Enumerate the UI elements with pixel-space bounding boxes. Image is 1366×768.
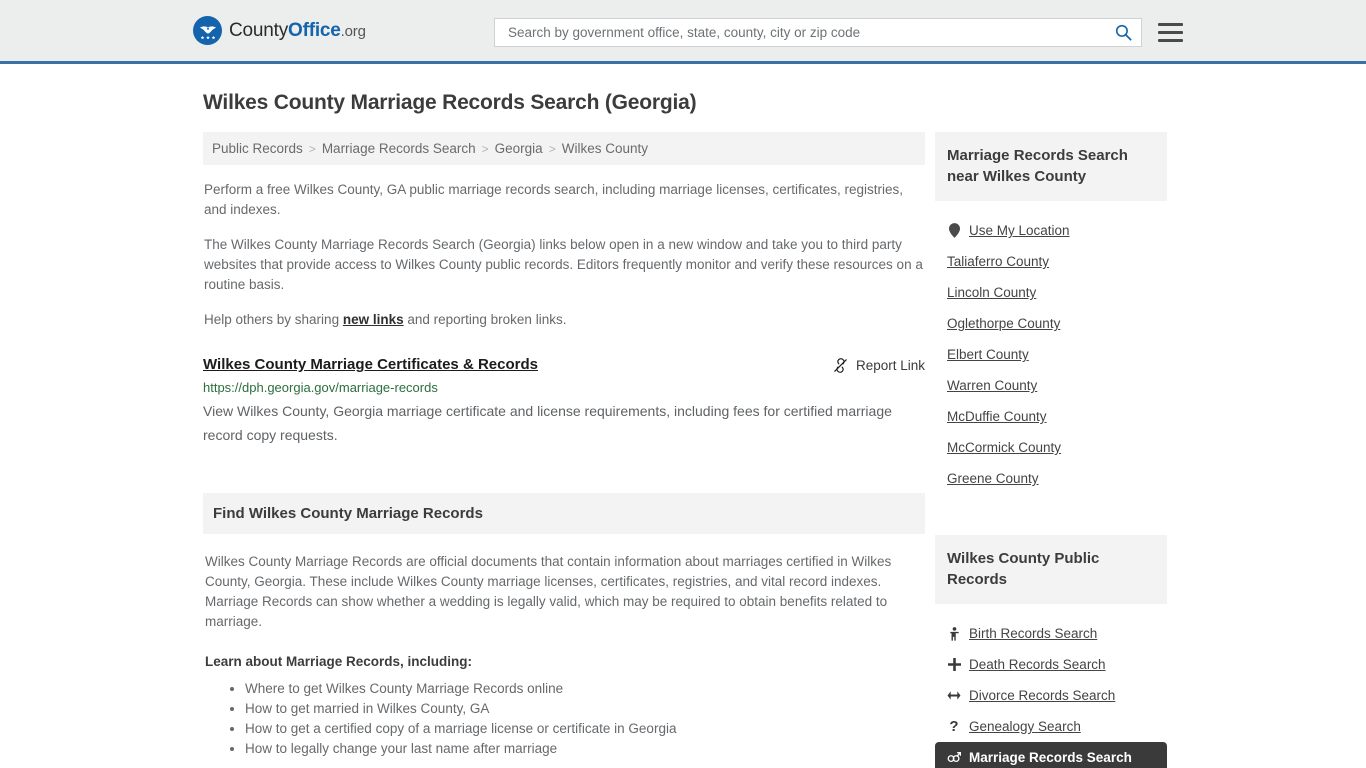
sidebar-item-birth-records-search[interactable]: Birth Records Search [935,618,1167,649]
sidebar-item-oglethorpe-county[interactable]: Oglethorpe County [935,308,1167,339]
intro-paragraph-2: The Wilkes County Marriage Records Searc… [204,237,923,292]
sidebar-link-label[interactable]: Birth Records Search [969,626,1097,641]
intro-paragraph-1: Perform a free Wilkes County, GA public … [204,182,904,217]
learn-about-heading: Learn about Marriage Records, including: [205,654,473,669]
learn-about-list: Where to get Wilkes County Marriage Reco… [203,679,925,759]
search-box[interactable] [494,18,1142,47]
sidebar-link-label[interactable]: Use My Location [969,223,1070,238]
sidebar-item-lincoln-county[interactable]: Lincoln County [935,277,1167,308]
site-logo[interactable]: CountyOffice.org [193,16,366,45]
question-mark-icon: ? [949,718,959,735]
sidebar-item-marriage-records-search[interactable]: Marriage Records Search [935,742,1167,768]
intro-paragraph-3: Help others by sharing new links and rep… [204,310,925,330]
sidebar-item-death-records-search[interactable]: Death Records Search [935,649,1167,680]
breadcrumb-separator: > [308,141,316,156]
baby-icon [947,626,961,641]
sidebar-item-warren-county[interactable]: Warren County [935,370,1167,401]
header-search-area [494,18,1183,47]
sidebar-link-label[interactable]: Death Records Search [969,657,1106,672]
sidebar-link-label[interactable]: Divorce Records Search [969,688,1115,703]
map-pin-icon [947,223,961,238]
broken-link-icon [834,358,847,373]
sidebar-link-label[interactable]: Oglethorpe County [947,316,1060,331]
main-column: Public Records > Marriage Records Search… [203,132,925,768]
list-item: How to legally change your last name aft… [245,739,925,759]
hamburger-bar [1158,23,1183,26]
sidebar-link-label[interactable]: Elbert County [947,347,1029,362]
sidebar-link-label[interactable]: Lincoln County [947,285,1036,300]
sidebar-link-label[interactable]: Warren County [947,378,1037,393]
breadcrumb-item-marriage-records-search[interactable]: Marriage Records Search [322,141,476,156]
public-records-panel: Wilkes County Public Records Birth Recor… [935,535,1167,768]
sidebar-link-label[interactable]: Genealogy Search [969,719,1081,734]
sidebar-item-mcduffie-county[interactable]: McDuffie County [935,401,1167,432]
site-header: CountyOffice.org [0,0,1366,64]
nearby-marriage-records-panel: Marriage Records Search near Wilkes Coun… [935,132,1167,494]
sidebar-item-taliaferro-county[interactable]: Taliaferro County [935,246,1167,277]
find-records-section-header: Find Wilkes County Marriage Records [203,493,925,534]
content-wrapper: Public Records > Marriage Records Search… [203,132,1173,768]
report-link-label: Report Link [855,358,925,373]
sidebar: Marriage Records Search near Wilkes Coun… [935,132,1167,768]
sidebar-link-label[interactable]: Taliaferro County [947,254,1049,269]
logo-text-office: Office [288,19,341,41]
list-item: Where to get Wilkes County Marriage Reco… [245,679,925,699]
sidebar-item-genealogy-search[interactable]: ? Genealogy Search [935,711,1167,742]
sidebar-link-label[interactable]: McDuffie County [947,409,1047,424]
new-links-link[interactable]: new links [343,312,404,327]
sidebar-link-label[interactable]: Greene County [947,471,1039,486]
hamburger-bar [1158,31,1183,34]
logo-text-org: .org [340,22,366,40]
search-input[interactable] [506,24,1114,41]
result-description: View Wilkes County, Georgia marriage cer… [203,403,892,443]
section-body-text: Wilkes County Marriage Records are offic… [205,554,892,629]
public-records-list: Birth Records Search Death Records Searc… [935,618,1167,768]
sidebar-item-greene-county[interactable]: Greene County [935,463,1167,494]
result-title-link[interactable]: Wilkes County Marriage Certificates & Re… [203,356,538,374]
hamburger-menu-icon[interactable] [1158,23,1183,42]
sidebar-item-divorce-records-search[interactable]: Divorce Records Search [935,680,1167,711]
panel-heading: Marriage Records Search near Wilkes Coun… [947,147,1128,185]
breadcrumb-separator: > [548,141,556,156]
share-text-before: Help others by sharing [204,312,343,327]
logo-text-county: County [229,19,289,41]
breadcrumb-item-wilkes-county[interactable]: Wilkes County [562,141,648,156]
breadcrumb-item-public-records[interactable]: Public Records [212,141,303,156]
sidebar-link-label[interactable]: Marriage Records Search [969,750,1132,765]
list-item: How to get married in Wilkes County, GA [245,699,925,719]
page-body: Wilkes County Marriage Records Search (G… [0,91,1366,768]
marriage-symbol-icon [947,751,961,764]
site-logo-text: CountyOffice.org [229,20,366,42]
panel-header: Marriage Records Search near Wilkes Coun… [935,132,1167,201]
county-office-eagle-icon [193,16,222,45]
nearby-county-list: Use My Location Taliaferro County Lincol… [935,215,1167,494]
hamburger-bar [1158,39,1183,42]
sidebar-item-use-my-location[interactable]: Use My Location [935,215,1167,246]
result-url: https://dph.georgia.gov/marriage-records [203,380,438,395]
panel-heading: Wilkes County Public Records [947,550,1100,588]
left-right-arrow-icon [947,690,961,701]
result-header-row: Wilkes County Marriage Certificates & Re… [203,356,925,374]
sidebar-item-mccormick-county[interactable]: McCormick County [935,432,1167,463]
sidebar-item-elbert-county[interactable]: Elbert County [935,339,1167,370]
search-result-item: Wilkes County Marriage Certificates & Re… [203,356,925,447]
report-link-button[interactable]: Report Link [832,357,925,374]
list-item: How to get a certified copy of a marriag… [245,719,925,739]
breadcrumb-item-georgia[interactable]: Georgia [495,141,543,156]
sidebar-link-label[interactable]: McCormick County [947,440,1061,455]
cross-icon [947,658,961,671]
breadcrumb: Public Records > Marriage Records Search… [203,132,925,165]
search-icon[interactable] [1114,23,1133,42]
panel-header: Wilkes County Public Records [935,535,1167,604]
page-title: Wilkes County Marriage Records Search (G… [203,91,697,114]
section-heading: Find Wilkes County Marriage Records [213,505,483,522]
breadcrumb-separator: > [481,141,489,156]
share-text-after: and reporting broken links. [403,312,567,327]
